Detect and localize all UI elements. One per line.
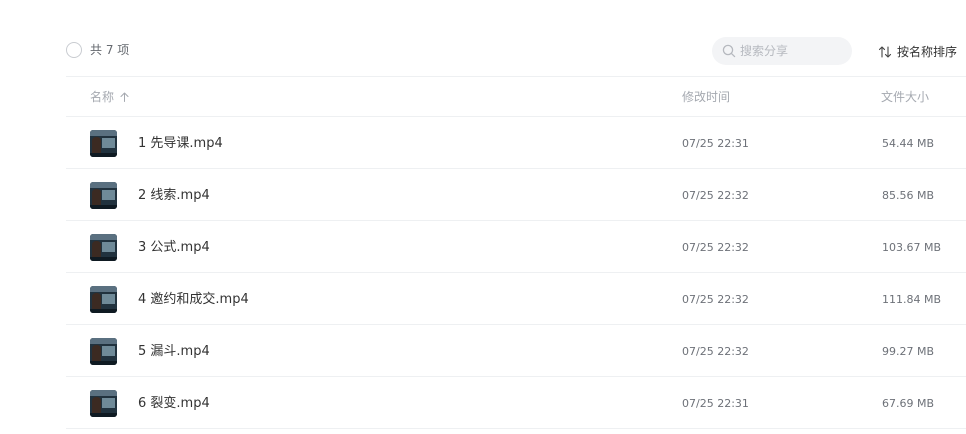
toolbar-divider	[66, 76, 966, 77]
file-mtime: 07/25 22:32	[682, 241, 749, 254]
column-header-name[interactable]: 名称	[90, 90, 129, 104]
file-name[interactable]: 6 裂变.mp4	[138, 396, 210, 412]
file-size: 103.67 MB	[882, 241, 942, 254]
sort-icon	[878, 45, 892, 58]
file-name[interactable]: 1 先导课.mp4	[138, 136, 223, 152]
file-row[interactable]: 5 漏斗.mp4 07/25 22:32 99.27 MB	[66, 325, 966, 377]
file-row[interactable]: 4 邀约和成交.mp4 07/25 22:32 111.84 MB	[66, 273, 966, 325]
arrow-up-icon	[120, 92, 129, 102]
file-mtime: 07/25 22:31	[682, 137, 749, 150]
file-size: 54.44 MB	[882, 137, 935, 150]
file-mtime: 07/25 22:32	[682, 189, 749, 202]
file-size: 67.69 MB	[882, 397, 935, 410]
file-mtime: 07/25 22:31	[682, 397, 749, 410]
file-row[interactable]: 3 公式.mp4 07/25 22:32 103.67 MB	[66, 221, 966, 273]
video-thumbnail	[90, 130, 117, 157]
item-count: 共 7 项	[90, 43, 130, 57]
file-size: 85.56 MB	[882, 189, 935, 202]
file-mtime: 07/25 22:32	[682, 293, 749, 306]
file-list-page: 共 7 项 按名称排序 名称 修改时间 文件大小 1 先导课.mp4 07/25 …	[0, 0, 966, 434]
sort-label: 按名称排序	[897, 45, 958, 59]
video-thumbnail	[90, 286, 117, 313]
column-header-size[interactable]: 文件大小	[881, 90, 929, 104]
file-name[interactable]: 3 公式.mp4	[138, 240, 210, 256]
select-all-checkbox[interactable]	[66, 42, 82, 58]
video-thumbnail	[90, 338, 117, 365]
file-size: 111.84 MB	[882, 293, 942, 306]
video-thumbnail	[90, 390, 117, 417]
column-header-mtime[interactable]: 修改时间	[682, 90, 730, 104]
file-name[interactable]: 2 线索.mp4	[138, 188, 210, 204]
video-thumbnail	[90, 182, 117, 209]
file-row[interactable]: 1 先导课.mp4 07/25 22:31 54.44 MB	[66, 117, 966, 169]
sort-by-name-button[interactable]: 按名称排序	[878, 43, 957, 60]
file-mtime: 07/25 22:32	[682, 345, 749, 358]
file-row[interactable]: 6 裂变.mp4 07/25 22:31 67.69 MB	[66, 377, 966, 429]
file-name[interactable]: 4 邀约和成交.mp4	[138, 292, 249, 308]
file-row[interactable]: 2 线索.mp4 07/25 22:32 85.56 MB	[66, 169, 966, 221]
search-box[interactable]	[712, 37, 852, 65]
file-name[interactable]: 5 漏斗.mp4	[138, 344, 210, 360]
video-thumbnail	[90, 234, 117, 261]
column-header-name-label: 名称	[90, 90, 115, 104]
search-icon	[722, 44, 736, 58]
file-size: 99.27 MB	[882, 345, 935, 358]
search-input[interactable]	[740, 44, 840, 58]
